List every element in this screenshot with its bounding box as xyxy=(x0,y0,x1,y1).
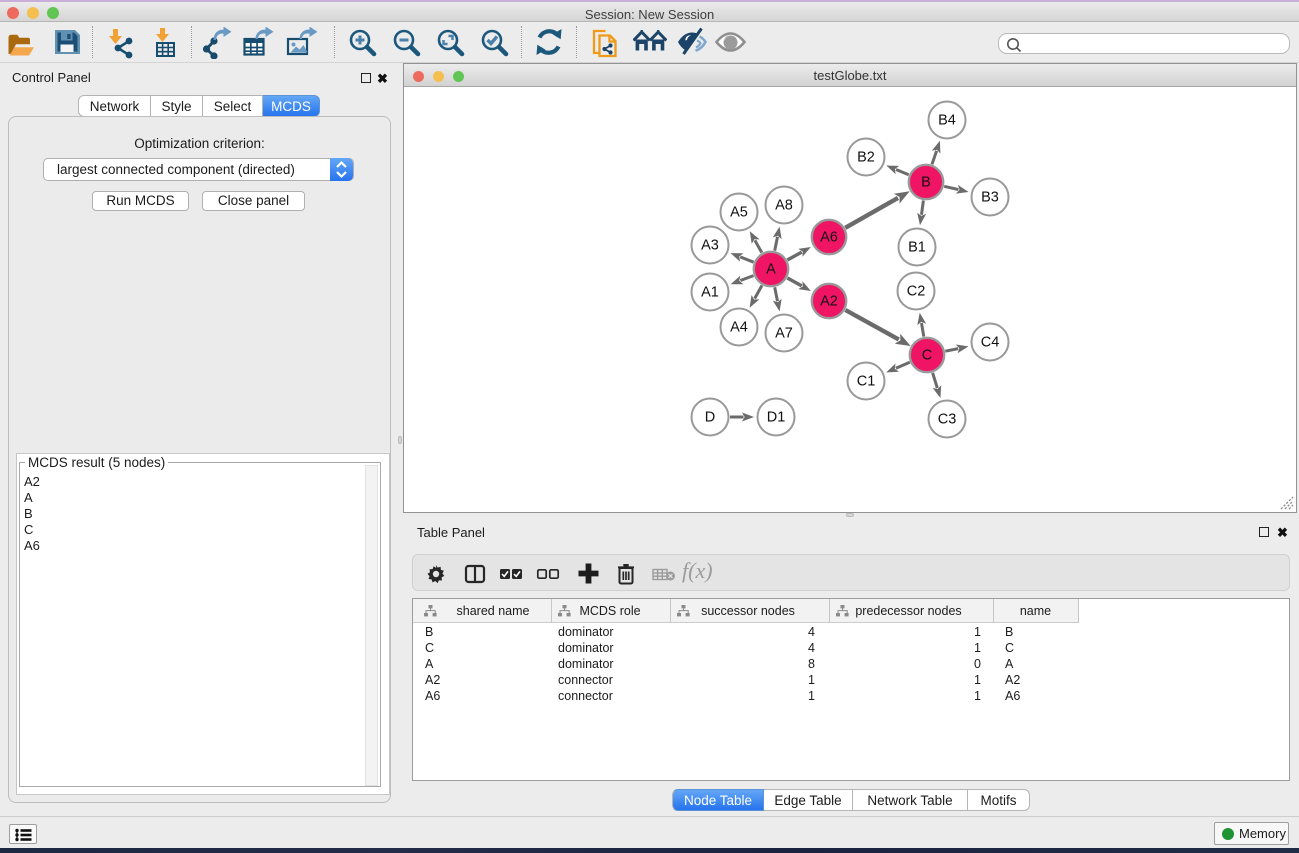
svg-text:C3: C3 xyxy=(938,412,957,428)
svg-text:A5: A5 xyxy=(730,205,748,221)
svg-text:B: B xyxy=(921,175,931,191)
svg-text:C4: C4 xyxy=(981,335,1000,351)
svg-text:A3: A3 xyxy=(701,238,719,254)
svg-text:B2: B2 xyxy=(857,150,875,166)
svg-text:D: D xyxy=(705,410,715,426)
svg-text:B4: B4 xyxy=(938,113,956,129)
svg-text:C: C xyxy=(922,348,932,364)
svg-text:B3: B3 xyxy=(981,190,999,206)
svg-text:C1: C1 xyxy=(857,374,876,390)
svg-text:A: A xyxy=(766,262,776,278)
svg-text:A7: A7 xyxy=(775,326,793,342)
svg-text:B1: B1 xyxy=(908,240,926,256)
svg-text:A1: A1 xyxy=(701,285,719,301)
svg-text:A2: A2 xyxy=(820,294,838,310)
svg-text:C2: C2 xyxy=(907,284,926,300)
svg-text:A8: A8 xyxy=(775,198,793,214)
svg-text:D1: D1 xyxy=(767,410,786,426)
svg-text:A6: A6 xyxy=(820,230,838,246)
svg-text:A4: A4 xyxy=(730,320,748,336)
